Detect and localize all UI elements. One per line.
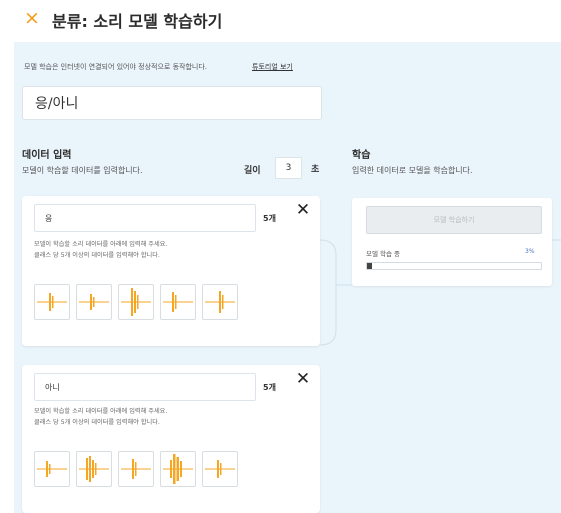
audio-sample[interactable]	[34, 284, 70, 320]
audio-sample[interactable]	[118, 284, 154, 320]
audio-sample[interactable]	[160, 451, 196, 487]
audio-sample[interactable]	[34, 451, 70, 487]
length-input[interactable]	[275, 157, 302, 179]
waveform-icon	[37, 461, 67, 477]
training-description: 입력한 데이터로 모델을 학습합니다.	[352, 166, 473, 175]
training-progress-bar	[366, 262, 542, 270]
waveform-icon	[205, 291, 235, 313]
sample-count: 5개	[263, 214, 276, 223]
audio-sample[interactable]	[202, 451, 238, 487]
waveform-icon	[163, 292, 193, 312]
waveform-icon	[205, 460, 235, 478]
header: × 분류: 소리 모델 학습하기	[0, 0, 561, 38]
class-description-line1: 모델이 학습할 소리 데이터를 아래에 입력해 주세요.	[34, 241, 168, 248]
training-progress-fill	[367, 263, 373, 269]
audio-sample[interactable]	[118, 451, 154, 487]
sample-count: 5개	[263, 383, 276, 392]
class-name-input[interactable]	[34, 204, 256, 232]
audio-sample[interactable]	[76, 284, 112, 320]
length-label: 길이	[244, 166, 261, 176]
class-name-input[interactable]	[34, 373, 256, 401]
length-unit: 초	[311, 165, 320, 175]
audio-sample[interactable]	[160, 284, 196, 320]
class-card-no: 5개 ✕ 모델이 학습할 소리 데이터를 아래에 입력해 주세요. 클래스 당 …	[22, 365, 320, 513]
delete-class-icon[interactable]: ✕	[292, 368, 314, 390]
model-title-input[interactable]	[22, 86, 322, 120]
data-input-description: 모델이 학습할 데이터를 입력합니다.	[22, 166, 143, 175]
waveform-icon	[79, 294, 109, 310]
waveform-icon	[79, 456, 109, 482]
internet-notice: 모델 학습은 인터넷이 연결되어 있어야 정상적으로 동작합니다.	[24, 63, 208, 71]
waveform-icon	[37, 293, 67, 311]
waveform-icon	[163, 454, 193, 484]
training-card: 모델 학습하기 모델 학습 중 3%	[352, 198, 552, 286]
waveform-icon	[121, 288, 151, 316]
class-card-yes: 5개 ✕ 모델이 학습할 소리 데이터를 아래에 입력해 주세요. 클래스 당 …	[22, 196, 320, 346]
close-icon[interactable]: ×	[22, 8, 42, 28]
audio-sample[interactable]	[202, 284, 238, 320]
tutorial-link[interactable]: 튜토리얼 보기	[252, 62, 293, 72]
page-title: 분류: 소리 모델 학습하기	[52, 12, 223, 31]
class-description-line2: 클래스 당 5개 이상의 데이터를 입력해야 합니다.	[34, 419, 160, 426]
waveform-icon	[121, 459, 151, 479]
class-description-line2: 클래스 당 5개 이상의 데이터를 입력해야 합니다.	[34, 252, 160, 259]
training-status: 모델 학습 중	[366, 250, 401, 258]
training-percent: 3%	[525, 248, 535, 255]
audio-sample[interactable]	[76, 451, 112, 487]
train-model-button[interactable]: 모델 학습하기	[366, 206, 542, 234]
class-description-line1: 모델이 학습할 소리 데이터를 아래에 입력해 주세요.	[34, 408, 168, 415]
delete-class-icon[interactable]: ✕	[292, 199, 314, 221]
training-title: 학습	[352, 150, 371, 161]
data-input-title: 데이터 입력	[22, 150, 72, 161]
